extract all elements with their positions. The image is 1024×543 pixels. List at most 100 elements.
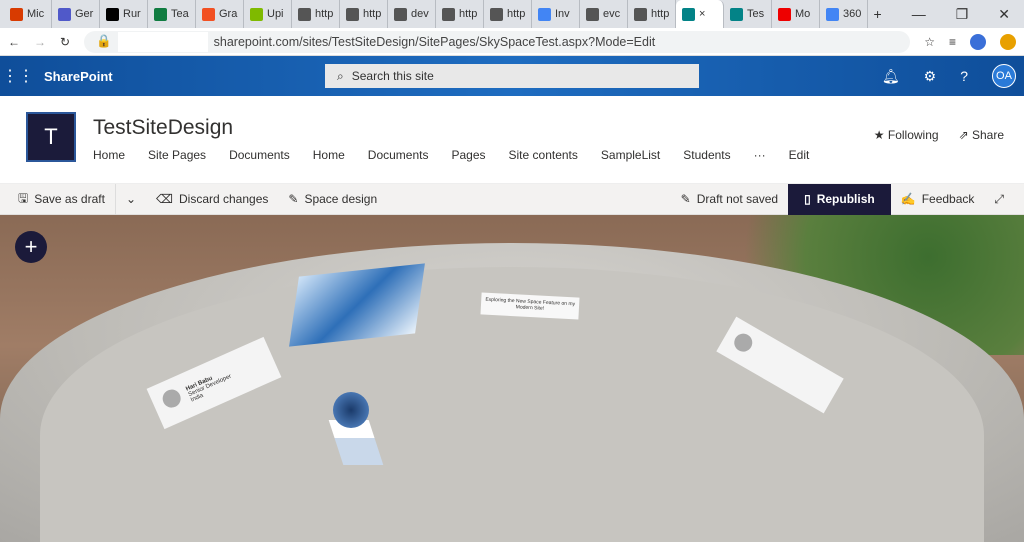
profile-icon[interactable]: [970, 33, 986, 50]
tab-favicon-icon: [250, 7, 263, 21]
browser-tab[interactable]: Mic: [4, 0, 52, 28]
tab-label: Tea: [171, 8, 189, 20]
share-label: Share: [971, 128, 1004, 142]
tab-label: evc: [603, 8, 621, 20]
republish-label: Republish: [816, 192, 875, 206]
space-design-label: Space design: [304, 192, 378, 206]
tab-label: Rur: [123, 8, 141, 20]
url-text: sharepoint.com/sites/TestSiteDesign/Site…: [213, 34, 656, 49]
browser-tab[interactable]: evc: [580, 0, 628, 28]
back-icon[interactable]: ←: [8, 35, 20, 49]
help-icon[interactable]: ?: [960, 68, 968, 84]
tab-favicon-icon: [346, 7, 359, 21]
status-label: Draft not saved: [696, 192, 779, 206]
tab-label: 360: [843, 8, 862, 20]
save-label: Save as draft: [34, 192, 105, 206]
browser-tab[interactable]: http: [484, 0, 532, 28]
save-as-draft-button[interactable]: 🖫 Save as draft: [0, 184, 115, 215]
browser-tab[interactable]: Gra: [196, 0, 244, 28]
discard-label: Discard changes: [178, 192, 269, 206]
nav-link[interactable]: Students: [683, 148, 730, 162]
browser-tab[interactable]: Inv: [532, 0, 580, 28]
minimize-button[interactable]: —: [912, 6, 926, 23]
url-field[interactable]: 🔒 sharepoint.com/sites/TestSiteDesign/Sit…: [84, 30, 911, 53]
nav-link[interactable]: Home: [93, 148, 125, 162]
tab-favicon-icon: [154, 7, 167, 21]
sharepoint-brand[interactable]: SharePoint: [44, 69, 113, 84]
site-navigation: Home Site Pages Documents Home Documents Page…: [93, 148, 832, 162]
tab-label: Gra: [219, 8, 238, 20]
nav-link[interactable]: Pages: [451, 148, 485, 162]
forward-icon[interactable]: →: [34, 35, 46, 49]
tab-favicon-icon: [442, 7, 455, 21]
browser-tab[interactable]: Mo: [772, 0, 820, 28]
tab-favicon-icon: [298, 7, 311, 21]
discard-changes-button[interactable]: ⌫ Discard changes: [146, 184, 278, 215]
user-avatar[interactable]: OA: [992, 64, 1016, 88]
browser-tab[interactable]: ×: [676, 0, 724, 28]
space-canvas[interactable]: + Exploring the New Space Feature on my …: [0, 215, 1024, 542]
following-label: Following: [887, 128, 939, 142]
tab-favicon-icon: [634, 7, 647, 21]
tab-label: Mo: [795, 8, 811, 20]
close-window-button[interactable]: ✕: [998, 6, 1010, 23]
new-tab-button[interactable]: +: [874, 6, 882, 23]
cloud-image-web-part[interactable]: [289, 263, 425, 347]
app-launcher-icon[interactable]: ⋮⋮: [0, 66, 36, 86]
reload-icon[interactable]: ↻: [60, 35, 70, 49]
save-options-chevron-icon[interactable]: ⌄: [114, 183, 146, 215]
following-button[interactable]: ★ Following: [874, 128, 939, 142]
restore-button[interactable]: ❐: [956, 6, 969, 23]
browser-tab[interactable]: dev: [388, 0, 436, 28]
tab-label: http: [315, 8, 334, 20]
tab-favicon-icon: [586, 7, 599, 21]
browser-tab[interactable]: Ger: [52, 0, 100, 28]
site-title[interactable]: TestSiteDesign: [93, 116, 233, 140]
book-icon: ▯: [804, 192, 811, 206]
site-logo[interactable]: T: [26, 112, 76, 162]
tab-favicon-icon: [10, 7, 23, 21]
pencil-icon: ✎: [288, 192, 299, 206]
settings-gear-icon[interactable]: ⚙: [924, 68, 937, 85]
notifications-icon[interactable]: 🔔︎: [882, 68, 900, 85]
expand-icon[interactable]: ⤢: [984, 184, 1024, 215]
tab-label: Ger: [75, 8, 94, 20]
bookmark-star-icon[interactable]: ☆: [924, 35, 935, 49]
space-design-button[interactable]: ✎ Space design: [278, 184, 387, 215]
browser-tab[interactable]: 360: [820, 0, 868, 28]
nav-link[interactable]: Site Pages: [148, 148, 206, 162]
browser-tab[interactable]: Tea: [148, 0, 196, 28]
browser-tab[interactable]: http: [292, 0, 340, 28]
feedback-button[interactable]: ✍ Feedback: [891, 184, 985, 215]
save-icon: 🖫: [18, 190, 29, 205]
browser-tab[interactable]: Upi: [244, 0, 292, 28]
add-web-part-button[interactable]: +: [15, 231, 47, 263]
nav-link[interactable]: Documents: [368, 148, 429, 162]
tab-favicon-icon: [538, 7, 551, 21]
reading-list-icon[interactable]: ≡: [949, 35, 956, 49]
tab-label: Mic: [27, 8, 45, 20]
tab-favicon-icon: [490, 7, 503, 21]
browser-tab[interactable]: http: [628, 0, 676, 28]
feedback-label: Feedback: [921, 192, 975, 206]
globe-3d-object[interactable]: [333, 392, 369, 428]
suite-bar: ⋮⋮ SharePoint ⌕ Search this site 🔔︎ ⚙ ? O…: [0, 56, 1024, 96]
nav-link[interactable]: SampleList: [601, 148, 660, 162]
lock-icon: 🔒: [96, 34, 112, 48]
update-icon[interactable]: [1000, 33, 1016, 50]
nav-link[interactable]: Documents: [229, 148, 290, 162]
share-button[interactable]: ⇗ Share: [959, 128, 1004, 142]
browser-tab[interactable]: Tes: [724, 0, 772, 28]
command-bar: 🖫 Save as draft ⌄ ⌫ Discard changes ✎ Space…: [0, 183, 1024, 215]
nav-link[interactable]: Site contents: [509, 148, 578, 162]
browser-tab[interactable]: http: [436, 0, 484, 28]
search-box[interactable]: ⌕ Search this site: [325, 64, 699, 88]
republish-button[interactable]: ▯ Republish: [788, 183, 891, 215]
nav-link[interactable]: ···: [754, 148, 766, 162]
nav-link[interactable]: Home: [313, 148, 345, 162]
person-avatar-icon: [159, 386, 184, 411]
discard-icon: ⌫: [156, 192, 173, 206]
nav-link[interactable]: Edit: [789, 148, 810, 162]
browser-tab[interactable]: Rur: [100, 0, 148, 28]
browser-tab[interactable]: http: [340, 0, 388, 28]
